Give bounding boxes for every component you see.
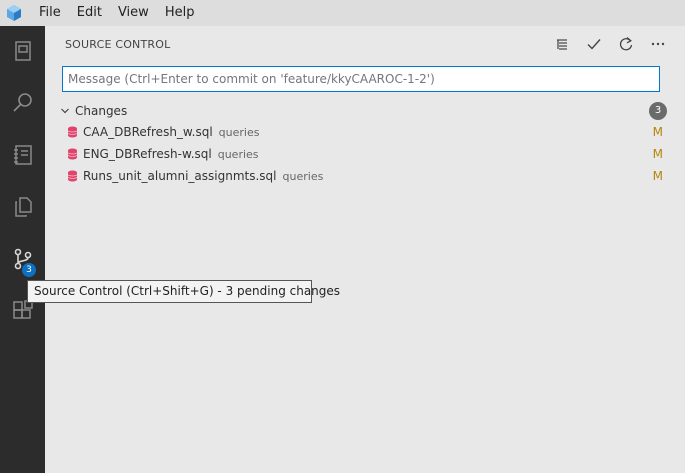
- changes-count-badge: 3: [649, 102, 667, 120]
- database-icon: [65, 125, 79, 139]
- file-folder: queries: [217, 147, 259, 161]
- activity-search[interactable]: [0, 81, 45, 125]
- database-icon: [65, 169, 79, 183]
- database-icon: [65, 147, 79, 161]
- changes-label: Changes: [75, 104, 128, 118]
- panel-actions: [553, 35, 667, 53]
- menu-edit[interactable]: Edit: [69, 0, 110, 26]
- list-tree-icon[interactable]: [553, 35, 571, 53]
- app-logo-icon: [3, 0, 25, 26]
- change-file-row[interactable]: Runs_unit_alumni_assignmts.sql queries M: [65, 165, 665, 187]
- search-icon: [12, 93, 32, 112]
- files-icon: [14, 197, 32, 217]
- menu-bar: File Edit View Help: [0, 0, 685, 26]
- file-name: ENG_DBRefresh-w.sql: [83, 147, 212, 161]
- activity-files[interactable]: [0, 185, 45, 229]
- file-name: CAA_DBRefresh_w.sql: [83, 125, 213, 139]
- file-folder: queries: [282, 169, 324, 183]
- menu-file[interactable]: File: [31, 0, 69, 26]
- file-status-modified: M: [652, 125, 663, 139]
- refresh-icon[interactable]: [617, 35, 635, 53]
- menu-view[interactable]: View: [110, 0, 157, 26]
- menu-help[interactable]: Help: [157, 0, 203, 26]
- commit-message-input[interactable]: [63, 67, 659, 91]
- explorer-icon: [14, 41, 31, 61]
- notebook-icon: [13, 145, 32, 165]
- commit-message-box: [62, 66, 660, 92]
- change-file-row[interactable]: CAA_DBRefresh_w.sql queries M: [65, 121, 665, 143]
- more-icon[interactable]: [649, 35, 667, 53]
- file-status-modified: M: [652, 169, 663, 183]
- source-control-panel: SOURCE CONTROL Message (Ctrl+Enter to co…: [45, 26, 685, 473]
- pending-changes-badge: 3: [22, 263, 36, 277]
- activity-notebooks[interactable]: [0, 133, 45, 177]
- change-file-row[interactable]: ENG_DBRefresh-w.sql queries M: [65, 143, 665, 165]
- file-folder: queries: [218, 125, 260, 139]
- activity-bar: 3: [0, 26, 45, 473]
- activity-explorer[interactable]: [0, 29, 45, 73]
- file-name: Runs_unit_alumni_assignmts.sql: [83, 169, 277, 183]
- source-control-tooltip: Source Control (Ctrl+Shift+G) - 3 pendin…: [27, 280, 340, 303]
- changes-group-header[interactable]: Changes 3: [57, 101, 667, 121]
- chevron-down-icon[interactable]: [57, 103, 73, 119]
- check-icon[interactable]: [585, 35, 603, 53]
- activity-source-control[interactable]: 3: [0, 237, 45, 281]
- file-status-modified: M: [652, 147, 663, 161]
- panel-title: SOURCE CONTROL: [65, 38, 171, 51]
